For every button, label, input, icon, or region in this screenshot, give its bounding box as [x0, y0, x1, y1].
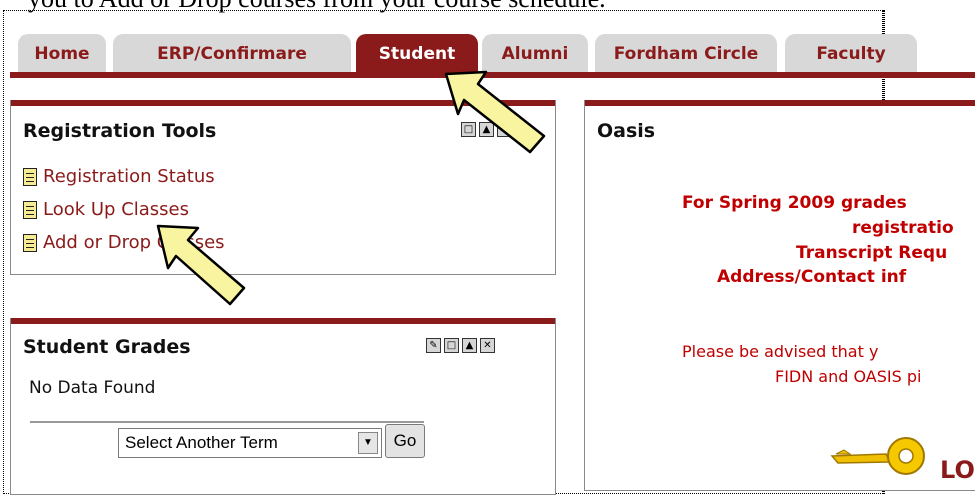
panel-header-bar — [11, 318, 555, 324]
move-top-icon[interactable]: ▲ — [462, 338, 477, 353]
tab-alumni[interactable]: Alumni — [482, 34, 588, 72]
oasis-advisory-line: Please be advised that y — [682, 342, 879, 361]
panel-controls: □ ▲ ✕ — [461, 122, 512, 137]
tab-home[interactable]: Home — [18, 34, 106, 72]
panel-header-bar — [585, 100, 975, 106]
tab-bar: Home ERP/Confirmare Student Alumni Fordh… — [10, 34, 975, 72]
move-top-icon[interactable]: ▲ — [479, 122, 494, 137]
close-icon[interactable]: ✕ — [497, 122, 512, 137]
tab-erp-confirmare[interactable]: ERP/Confirmare — [113, 34, 351, 72]
panel-title: Student Grades — [23, 336, 191, 358]
tab-label: Faculty — [816, 44, 886, 64]
oasis-notice-line: Address/Contact inf — [717, 267, 907, 287]
no-data-message: No Data Found — [29, 378, 156, 398]
oasis-notice-line: Transcript Requ — [796, 243, 948, 263]
go-button[interactable]: Go — [385, 424, 425, 458]
tab-label: Student — [378, 44, 456, 64]
look-up-classes-link[interactable]: Look Up Classes — [23, 199, 189, 220]
tab-student[interactable]: Student — [356, 34, 478, 72]
maximize-icon[interactable]: □ — [444, 338, 459, 353]
link-label: Registration Status — [43, 166, 215, 187]
panel-title: Oasis — [597, 120, 656, 142]
tab-fordham-circle[interactable]: Fordham Circle — [595, 34, 777, 72]
close-icon[interactable]: ✕ — [480, 338, 495, 353]
document-icon — [23, 200, 37, 219]
term-select[interactable]: Select Another Term ▼ — [118, 428, 382, 458]
tab-label: Home — [34, 44, 90, 64]
term-select-value: Select Another Term — [125, 433, 278, 452]
student-grades-panel: Student Grades ✎ □ ▲ ✕ No Data Found — [10, 318, 556, 495]
tab-label: Alumni — [501, 44, 569, 64]
registration-tools-panel: Registration Tools □ ▲ ✕ Registration St… — [10, 100, 556, 275]
tab-label: ERP/Confirmare — [157, 44, 307, 64]
oasis-notice-line: registratio — [852, 218, 954, 238]
edit-icon[interactable]: ✎ — [426, 338, 441, 353]
tab-underline — [10, 72, 975, 78]
link-label: Add or Drop Classes — [43, 232, 225, 253]
panel-header-bar — [11, 100, 555, 106]
oasis-notice-line: For Spring 2009 grades — [682, 193, 907, 213]
registration-status-link[interactable]: Registration Status — [23, 166, 215, 187]
document-icon — [23, 233, 37, 252]
panel-title: Registration Tools — [23, 120, 217, 142]
tab-label: Fordham Circle — [613, 44, 759, 64]
login-link[interactable]: LO — [940, 456, 975, 484]
divider — [30, 421, 424, 423]
tab-faculty[interactable]: Faculty — [785, 34, 917, 72]
link-label: Look Up Classes — [43, 199, 190, 220]
chevron-down-icon[interactable]: ▼ — [358, 432, 378, 454]
oasis-panel: Oasis — [584, 100, 975, 491]
oasis-advisory-line: FIDN and OASIS pi — [775, 367, 922, 386]
panel-controls: ✎ □ ▲ ✕ — [426, 338, 495, 353]
add-drop-classes-link[interactable]: Add or Drop Classes — [23, 232, 225, 253]
document-icon — [23, 167, 37, 186]
maximize-icon[interactable]: □ — [461, 122, 476, 137]
